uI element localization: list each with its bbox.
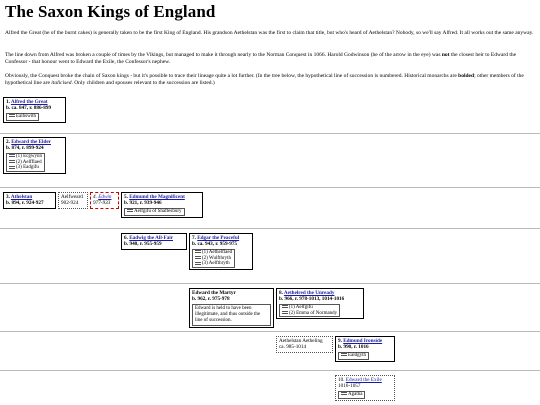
spouse-name: Ealhswith	[16, 113, 36, 119]
succession-number: 7.	[192, 235, 196, 241]
succession-number: 1.	[6, 99, 10, 105]
succession-number: 9.	[338, 338, 342, 344]
generation-divider	[0, 283, 540, 284]
spouse-list: Ealdgyth	[338, 351, 370, 360]
spouse-list: (1) Aethelflaed (2) Wulfthryth (3) Aelft…	[192, 248, 236, 269]
king-dates: b. 894, r. 924-927	[6, 200, 44, 207]
king-link-edmund-ironside[interactable]: Edmund Ironside	[343, 338, 382, 344]
marriage-icon	[195, 255, 201, 259]
spouse-row: (2) Emma of Normandy	[282, 311, 337, 317]
marriage-icon	[282, 310, 288, 314]
spouse-name: (3) Eadgifu	[16, 165, 39, 171]
marriage-icon	[341, 353, 347, 357]
person-card-aethelstan-aetheling: Aethelstan Aetheling ca. 985-1014	[276, 336, 333, 353]
spouse-list: Ealhswith	[6, 112, 39, 121]
spouse-list: Aelfgifu of Shaftesbury	[124, 207, 185, 216]
king-link-eadwig[interactable]: Eadwig the All-Fair	[129, 235, 173, 241]
person-link-edwin[interactable]: Edwin	[98, 194, 111, 200]
person-link-edward-the-exile[interactable]: Edward the Exile	[346, 377, 382, 383]
lineage-paragraph: The line down from Alfred was broken a c…	[5, 52, 535, 66]
succession-number: 10.	[338, 377, 345, 383]
spouse-row: (3) Eadgifu	[9, 165, 42, 171]
king-dates: b. 962, r. 975-978	[192, 296, 230, 303]
spouse-list: (1) Ecgwynn (2) Aelfflaed (3) Eadgifu	[6, 152, 45, 173]
spouse-name: Agatha	[348, 391, 363, 397]
spouse-name: (1) Aelfgifu	[289, 304, 313, 310]
lineage-text-a: The line down from Alfred was broken a c…	[5, 52, 442, 58]
person-dates: 902-924	[61, 200, 79, 207]
succession-number: 8.	[279, 290, 283, 296]
marriage-icon	[9, 154, 15, 158]
king-dates: b. 966, r. 978-1013, 1014-1016	[279, 296, 345, 303]
spouse-name: (1) Aethelflaed	[202, 249, 233, 255]
dates-text: 977-933	[93, 200, 111, 207]
generation-divider	[0, 133, 540, 134]
conquest-text-a: Obviously, the Conquest broke the chain …	[5, 73, 459, 79]
king-card-edgar: 7. Edgar the Peaceful b. ca. 943, r. 959…	[189, 233, 253, 271]
king-link-aethelred[interactable]: Aethelred the Unready	[284, 290, 335, 296]
person-dates: 1016-1057	[338, 383, 361, 390]
king-dates: b. 921, r. 939-946	[124, 200, 162, 207]
lineage-text-bold: not	[441, 52, 450, 58]
marriage-icon	[9, 114, 15, 118]
succession-number: 6.	[124, 235, 128, 241]
marriage-icon	[9, 165, 15, 169]
person-card-aelfweard: Aelfweard 902-924	[58, 192, 88, 209]
marriage-icon	[9, 159, 15, 163]
king-card-athelstan: 3. Athelstan b. 894, r. 924-927	[3, 192, 56, 209]
intro-paragraph: Alfred the Great (he of the burnt cakes)…	[5, 30, 534, 36]
generation-divider	[0, 331, 540, 332]
spouse-name: (1) Ecgwynn	[16, 153, 42, 159]
marriage-icon	[341, 392, 347, 396]
king-link-athelstan[interactable]: Athelstan	[11, 194, 32, 200]
king-dates: b. 940, r. 955-959	[124, 241, 162, 248]
person-card-edwin: 4. Edwin 977-933	[90, 192, 119, 209]
marriage-icon	[195, 261, 201, 265]
king-link-edgar[interactable]: Edgar the Peaceful	[197, 235, 239, 241]
spouse-list: Agatha	[338, 390, 366, 399]
king-dates: b. ca. 943, r. 959-975	[192, 241, 238, 248]
king-card-edmund-ironside: 9. Edmund Ironside b. 990, r. 1016 Ealdg…	[335, 336, 395, 362]
king-card-edward-the-martyr: Edward the Martyr b. 962, r. 975-978 Edw…	[189, 288, 274, 328]
generation-divider	[0, 370, 540, 371]
succession-number: 5.	[124, 194, 128, 200]
person-name: Edwin	[98, 194, 112, 200]
spouse-name: (2) Emma of Normandy	[289, 310, 338, 316]
legitimacy-note: Edward is held to have been illegitimate…	[192, 303, 271, 326]
king-card-edward-the-elder: 2. Edward the Elder b. 874, r. 899-924 (…	[3, 137, 66, 175]
spouse-name: (3) Aelfthryth	[202, 261, 230, 267]
king-link-edmund[interactable]: Edmund the Magnificent	[129, 194, 185, 200]
spouse-list: (1) Aelfgifu (2) Emma of Normandy	[279, 303, 341, 318]
king-card-alfred: 1. Alfred the Great b. ca. 847, r. 886-8…	[3, 97, 66, 123]
spouse-name: Aelfgifu of Shaftesbury	[134, 208, 182, 214]
person-dates: ca. 985-1014	[279, 344, 307, 351]
king-card-edmund: 5. Edmund the Magnificent b. 921, r. 939…	[121, 192, 203, 218]
person-dates: 977-933	[93, 200, 116, 206]
generation-divider	[0, 228, 540, 229]
king-dates: b. 874, r. 899-924	[6, 145, 44, 152]
king-card-aethelred: 8. Aethelred the Unready b. 966, r. 978-…	[276, 288, 364, 320]
spouse-row: (3) Aelfthryth	[195, 261, 232, 267]
conquest-text-italic: italicised	[51, 80, 72, 86]
page-title: The Saxon Kings of England	[5, 2, 216, 21]
king-link-edward-the-elder[interactable]: Edward the Elder	[11, 139, 51, 145]
king-link-alfred[interactable]: Alfred the Great	[11, 99, 48, 105]
conquest-paragraph: Obviously, the Conquest broke the chain …	[5, 73, 535, 87]
marriage-icon	[282, 305, 288, 309]
succession-number: 3.	[6, 194, 10, 200]
king-card-eadwig: 6. Eadwig the All-Fair b. 940, r. 955-95…	[121, 233, 187, 250]
king-dates: b. ca. 847, r. 886-899	[6, 105, 52, 112]
succession-number: 2.	[6, 139, 10, 145]
spouse-name: (2) Aelfflaed	[16, 159, 42, 165]
conquest-text-bold: bolded	[458, 73, 475, 79]
spouse-name: Ealdgyth	[348, 352, 367, 358]
marriage-icon	[195, 250, 201, 254]
king-dates: b. 990, r. 1016	[338, 344, 369, 351]
generation-divider	[0, 187, 540, 188]
conquest-text-e: . Only children and spouses relevant to …	[71, 80, 215, 86]
succession-number: 4.	[93, 194, 97, 200]
marriage-icon	[127, 209, 133, 213]
person-card-edward-the-exile: 10. Edward the Exile 1016-1057 Agatha	[335, 375, 395, 401]
spouse-name: (2) Wulfthryth	[202, 255, 232, 261]
